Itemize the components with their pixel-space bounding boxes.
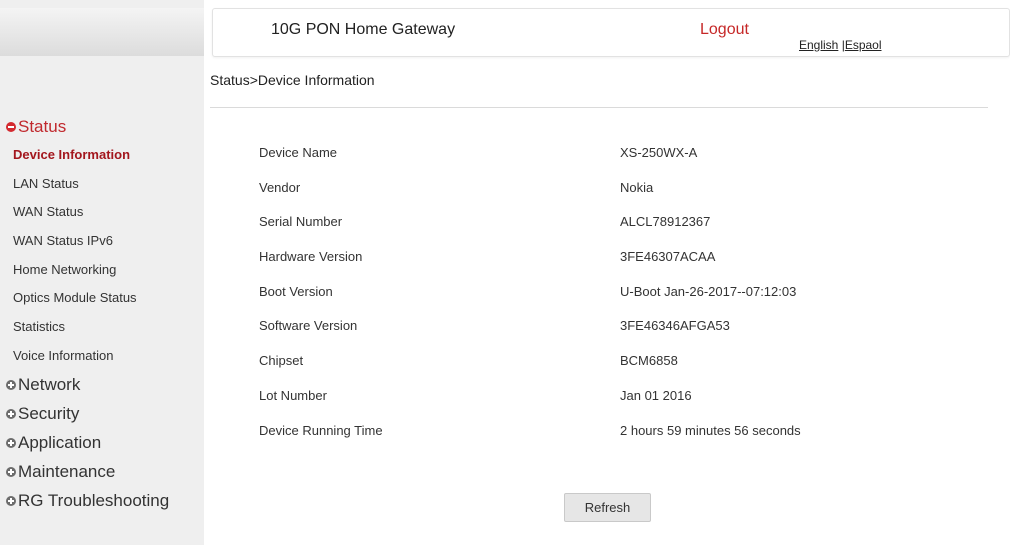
menu-section-label: RG Troubleshooting <box>18 491 170 510</box>
table-row: Device Name XS-250WX-A <box>259 145 801 180</box>
table-row: Hardware Version 3FE46307ACAA <box>259 249 801 284</box>
menu-item-optics-module-status[interactable]: Optics Module Status <box>0 284 204 313</box>
table-row: Lot Number Jan 01 2016 <box>259 388 801 423</box>
menu-item-wan-status-ipv6[interactable]: WAN Status IPv6 <box>0 227 204 256</box>
language-switcher: English |Espaol <box>799 38 882 52</box>
table-row: Boot Version U-Boot Jan-26-2017--07:12:0… <box>259 284 801 319</box>
menu-item-home-networking[interactable]: Home Networking <box>0 256 204 285</box>
menu-section-maintenance[interactable]: Maintenance <box>0 458 204 487</box>
menu-section-label: Application <box>18 433 102 452</box>
chipset-label: Chipset <box>259 353 304 369</box>
expand-icon <box>6 409 16 419</box>
expand-icon <box>6 496 16 506</box>
table-row: Serial Number ALCL78912367 <box>259 214 801 249</box>
lot-number-label: Lot Number <box>259 387 327 403</box>
serial-number-value: ALCL78912367 <box>620 214 711 230</box>
expand-icon <box>6 438 16 448</box>
software-version-value: 3FE46346AFGA53 <box>620 318 730 334</box>
table-row: Vendor Nokia <box>259 180 801 215</box>
menu-section-status[interactable]: Status <box>0 112 204 141</box>
header-bar: 10G PON Home Gateway Logout English |Esp… <box>212 8 1010 57</box>
menu-section-rg-troubleshooting[interactable]: RG Troubleshooting <box>0 487 204 516</box>
boot-version-value: U-Boot Jan-26-2017--07:12:03 <box>620 283 797 299</box>
device-running-time-label: Device Running Time <box>259 422 383 438</box>
sidebar-header-band <box>0 8 204 56</box>
logout-link[interactable]: Logout <box>700 21 749 39</box>
sidebar: Status Device Information LAN Status WAN… <box>0 0 204 545</box>
menu-section-label: Security <box>18 404 80 423</box>
table-row: Device Running Time 2 hours 59 minutes 5… <box>259 423 801 458</box>
software-version-label: Software Version <box>259 318 358 334</box>
page-title: 10G PON Home Gateway <box>271 21 456 38</box>
vendor-value: Nokia <box>620 179 654 195</box>
menu-item-voice-information[interactable]: Voice Information <box>0 342 204 371</box>
menu-section-security[interactable]: Security <box>0 400 204 429</box>
device-running-time-value: 2 hours 59 minutes 56 seconds <box>620 422 801 438</box>
boot-version-label: Boot Version <box>259 283 333 299</box>
lang-english-link[interactable]: English <box>799 38 838 52</box>
menu-section-label: Maintenance <box>18 462 116 481</box>
hardware-version-label: Hardware Version <box>259 249 363 265</box>
vendor-label: Vendor <box>259 179 301 195</box>
device-info-table: Device Name XS-250WX-A Vendor Nokia Seri… <box>259 145 801 457</box>
expand-icon <box>6 380 16 390</box>
refresh-button[interactable]: Refresh <box>564 493 651 522</box>
menu-section-application[interactable]: Application <box>0 429 204 458</box>
menu-section-network[interactable]: Network <box>0 371 204 400</box>
table-row: Chipset BCM6858 <box>259 353 801 388</box>
menu-item-statistics[interactable]: Statistics <box>0 313 204 342</box>
collapse-icon <box>6 121 16 132</box>
breadcrumb: Status>Device Information <box>210 72 375 88</box>
menu-section-label: Network <box>18 375 81 394</box>
menu-section-label: Status <box>18 116 67 136</box>
menu-item-lan-status[interactable]: LAN Status <box>0 170 204 199</box>
lang-espanol-link[interactable]: Espaol <box>845 38 882 52</box>
hardware-version-value: 3FE46307ACAA <box>620 249 716 265</box>
serial-number-label: Serial Number <box>259 214 343 230</box>
table-row: Software Version 3FE46346AFGA53 <box>259 318 801 353</box>
menu-item-device-information[interactable]: Device Information <box>0 141 204 170</box>
expand-icon <box>6 467 16 477</box>
device-name-label: Device Name <box>259 145 338 160</box>
nav-menu: Status Device Information LAN Status WAN… <box>0 112 204 516</box>
divider <box>210 107 988 108</box>
lot-number-value: Jan 01 2016 <box>620 387 692 403</box>
menu-item-wan-status[interactable]: WAN Status <box>0 198 204 227</box>
device-name-value: XS-250WX-A <box>620 145 698 160</box>
chipset-value: BCM6858 <box>620 353 678 369</box>
